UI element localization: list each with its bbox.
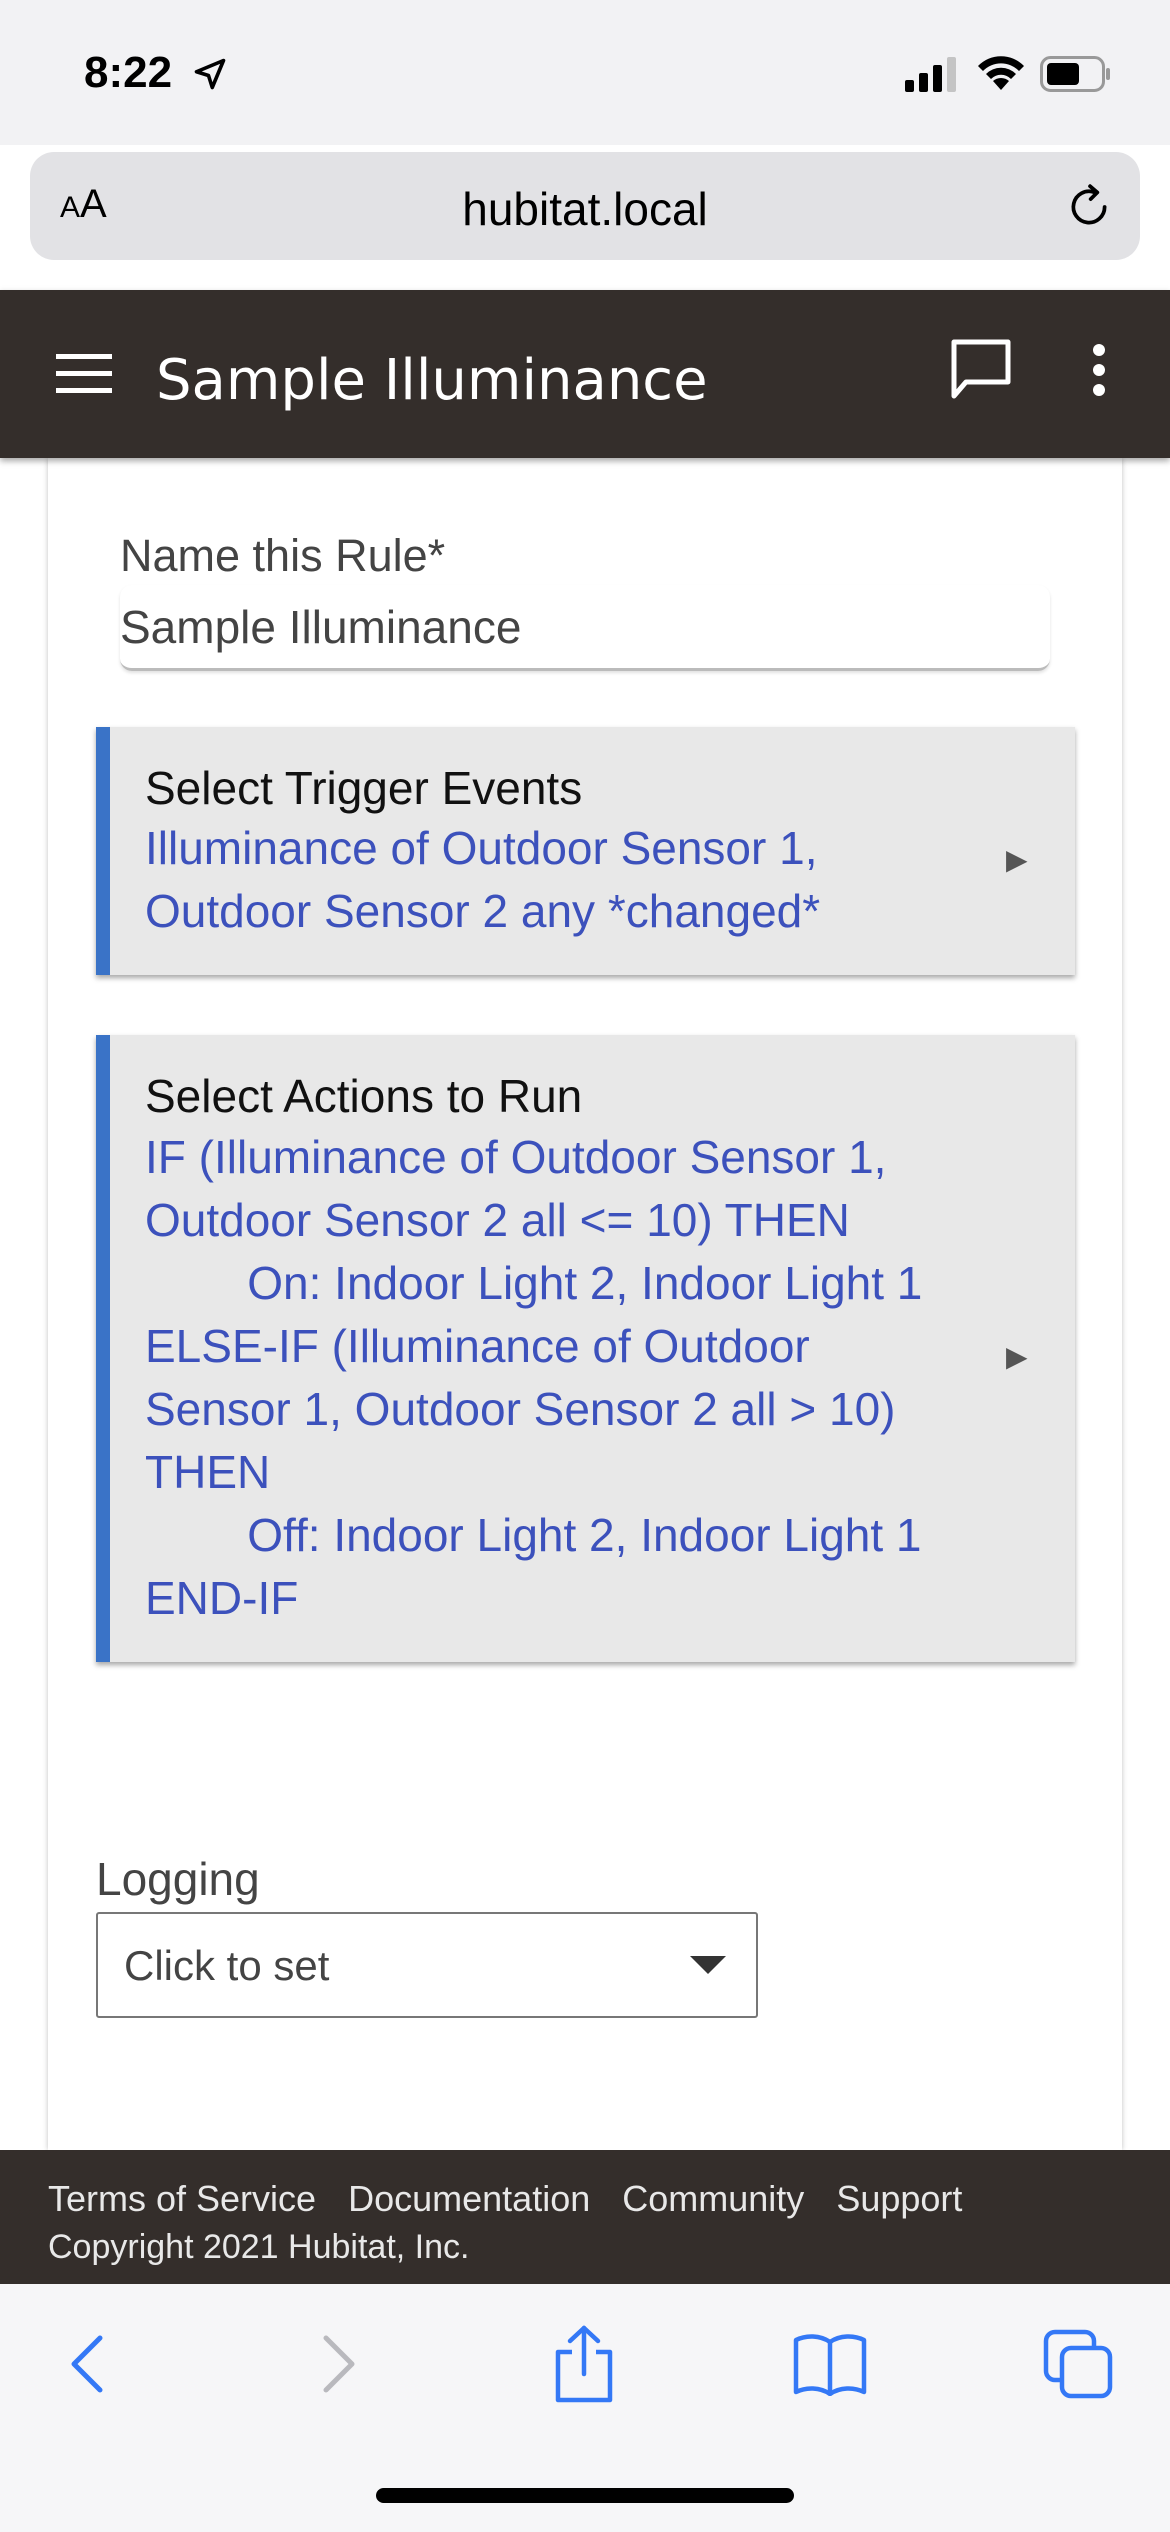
book-icon[interactable] [792, 2332, 868, 2396]
url-text[interactable]: hubitat.local [30, 182, 1140, 236]
share-icon[interactable] [548, 2324, 620, 2404]
rule-name-label: Name this Rule* [120, 530, 446, 581]
copyright: Copyright 2021 Hubitat, Inc. [48, 2228, 470, 2266]
status-bar: 8:22 [0, 0, 1170, 145]
triangle-right-icon: ▶ [1006, 1341, 1028, 1372]
footer-link-community[interactable]: Community [622, 2178, 804, 2219]
triangle-right-icon: ▶ [1006, 844, 1028, 875]
logging-value: Click to set [124, 1942, 330, 1989]
actions-block-title: Select Actions to Run [145, 1070, 583, 1122]
app-header: Sample Illuminance [0, 290, 1170, 458]
footer-link-documentation[interactable]: Documentation [348, 2178, 590, 2219]
logging-label: Logging [96, 1853, 260, 1905]
footer: Terms of Service Documentation Community… [0, 2150, 1170, 2284]
footer-link-terms[interactable]: Terms of Service [48, 2178, 316, 2219]
cellular-signal-icon [905, 57, 956, 92]
chat-bubble-icon[interactable] [948, 338, 1014, 402]
address-bar[interactable]: AA hubitat.local [30, 152, 1140, 260]
tabs-icon[interactable] [1042, 2328, 1116, 2402]
page-title: Sample Illuminance [156, 348, 708, 413]
triangle-down-icon [690, 1956, 726, 1974]
rule-name-input[interactable] [120, 585, 1050, 671]
footer-link-support[interactable]: Support [836, 2178, 962, 2219]
more-vertical-icon[interactable] [1084, 340, 1114, 400]
logging-select[interactable]: Click to set [96, 1912, 758, 2018]
chevron-right-icon[interactable] [314, 2324, 364, 2404]
actions-block-summary: IF (Illuminance of Outdoor Sensor 1, Out… [145, 1131, 923, 1624]
footer-links: Terms of Service Documentation Community… [48, 2178, 984, 2220]
chevron-left-icon[interactable] [62, 2324, 112, 2404]
location-arrow-icon [194, 58, 226, 90]
reload-icon[interactable] [1064, 182, 1114, 232]
status-time: 8:22 [84, 48, 173, 97]
battery-icon [1040, 56, 1110, 92]
hamburger-menu-icon[interactable] [56, 354, 112, 394]
wifi-icon [978, 56, 1024, 90]
home-indicator [376, 2488, 794, 2503]
trigger-block-summary: Illuminance of Outdoor Sensor 1, Outdoor… [145, 822, 821, 937]
trigger-block-title: Select Trigger Events [145, 762, 583, 814]
